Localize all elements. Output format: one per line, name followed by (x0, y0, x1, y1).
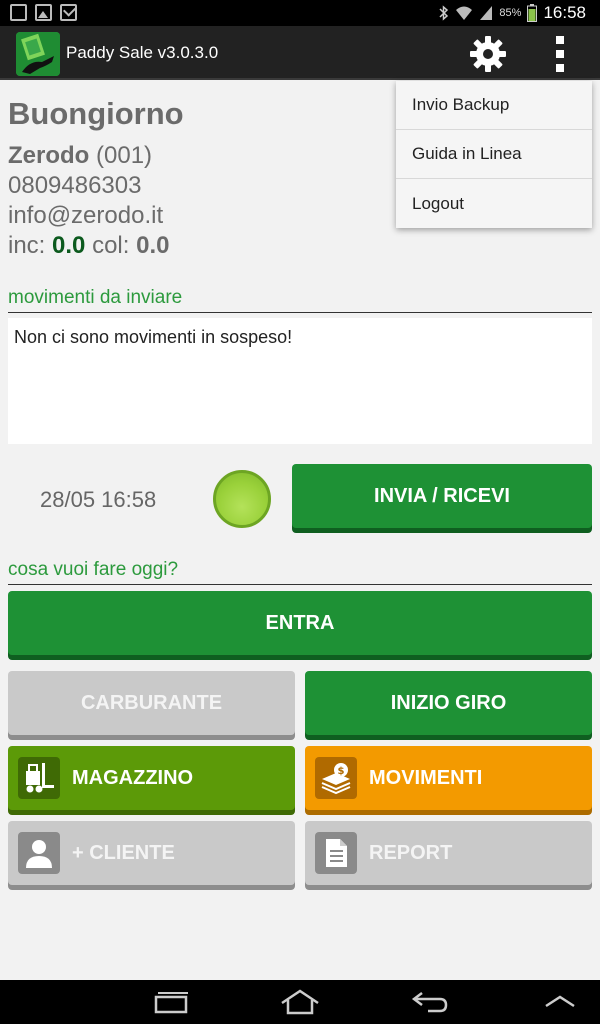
overflow-dot (556, 64, 564, 72)
sim-notification-icon (10, 4, 27, 21)
last-sync-time: 28/05 16:58 (40, 487, 157, 512)
status-bar: 85% 16:58 (0, 0, 600, 26)
menu-item-online-guide[interactable]: Guida in Linea (396, 130, 592, 179)
money-stack-icon: $ (315, 757, 357, 799)
bluetooth-icon (439, 5, 449, 21)
settings-button[interactable] (464, 32, 512, 76)
wifi-icon (455, 5, 473, 21)
inc-label: inc: (8, 232, 46, 259)
movements-button[interactable]: $ MOVIMENTI (305, 746, 592, 810)
warehouse-label: MAGAZZINO (72, 766, 194, 789)
overflow-dot (556, 50, 564, 58)
app-title: Paddy Sale v3.0.3.0 (66, 43, 219, 62)
greeting-title: Buongiorno (8, 96, 184, 131)
menu-item-logout[interactable]: Logout (396, 179, 592, 228)
signal-icon (479, 5, 493, 21)
col-label: col: (92, 232, 130, 259)
actions-section-title: cosa vuoi fare oggi? (8, 559, 592, 585)
back-icon (411, 992, 448, 1013)
recent-apps-button[interactable] (140, 986, 200, 1018)
col-value: 0.0 (136, 232, 170, 259)
home-icon (281, 989, 319, 1015)
recent-apps-icon (154, 992, 188, 1014)
menu-item-backup[interactable]: Invio Backup (396, 81, 592, 130)
totals-line: inc: 0.0 col: 0.0 (8, 232, 169, 260)
sync-status-indicator (213, 470, 271, 528)
status-time: 16:58 (543, 3, 586, 22)
enter-button[interactable]: ENTRA (8, 591, 592, 655)
inc-value: 0.0 (52, 232, 86, 259)
navigation-bar (0, 980, 600, 1024)
overflow-menu-icon (556, 36, 564, 44)
person-icon (18, 832, 60, 874)
warehouse-button[interactable]: MAGAZZINO (8, 746, 295, 810)
user-name-line: Zerodo (001) (8, 142, 152, 170)
user-email: info@zerodo.it (8, 202, 164, 229)
action-bar: Paddy Sale v3.0.3.0 (0, 26, 600, 80)
user-code: (001) (96, 142, 153, 169)
settings-gear-icon (470, 36, 506, 72)
pending-empty-message: Non ci sono movimenti in sospeso! (14, 327, 293, 347)
chevron-up-icon (545, 995, 575, 1008)
back-button[interactable] (400, 986, 460, 1018)
battery-percent: 85% (499, 7, 522, 19)
home-button[interactable] (270, 986, 330, 1018)
overflow-menu: Invio Backup Guida in Linea Logout (396, 81, 592, 228)
mail-notification-icon (60, 4, 77, 21)
report-label: REPORT (369, 841, 453, 864)
add-client-label: + CLIENTE (72, 841, 175, 864)
overflow-menu-button[interactable] (540, 32, 580, 76)
pending-movements-list[interactable]: Non ci sono movimenti in sospeso! (8, 318, 592, 444)
movements-label: MOVIMENTI (369, 766, 483, 789)
start-tour-button[interactable]: INIZIO GIRO (305, 671, 592, 735)
report-button[interactable]: REPORT (305, 821, 592, 885)
user-name: Zerodo (8, 142, 90, 169)
send-receive-button[interactable]: INVIA / RICEVI (292, 464, 592, 528)
pending-section-title: movimenti da inviare (8, 287, 592, 313)
svg-text:$: $ (338, 766, 345, 777)
user-phone: 0809486303 (8, 172, 142, 199)
add-client-button[interactable]: + CLIENTE (8, 821, 295, 885)
fuel-button[interactable]: CARBURANTE (8, 671, 295, 735)
battery-icon (527, 4, 538, 22)
app-logo-icon[interactable] (16, 32, 60, 76)
gallery-notification-icon (35, 4, 52, 21)
forklift-icon (18, 757, 60, 799)
menu-up-button[interactable] (530, 986, 590, 1018)
document-icon (315, 832, 357, 874)
